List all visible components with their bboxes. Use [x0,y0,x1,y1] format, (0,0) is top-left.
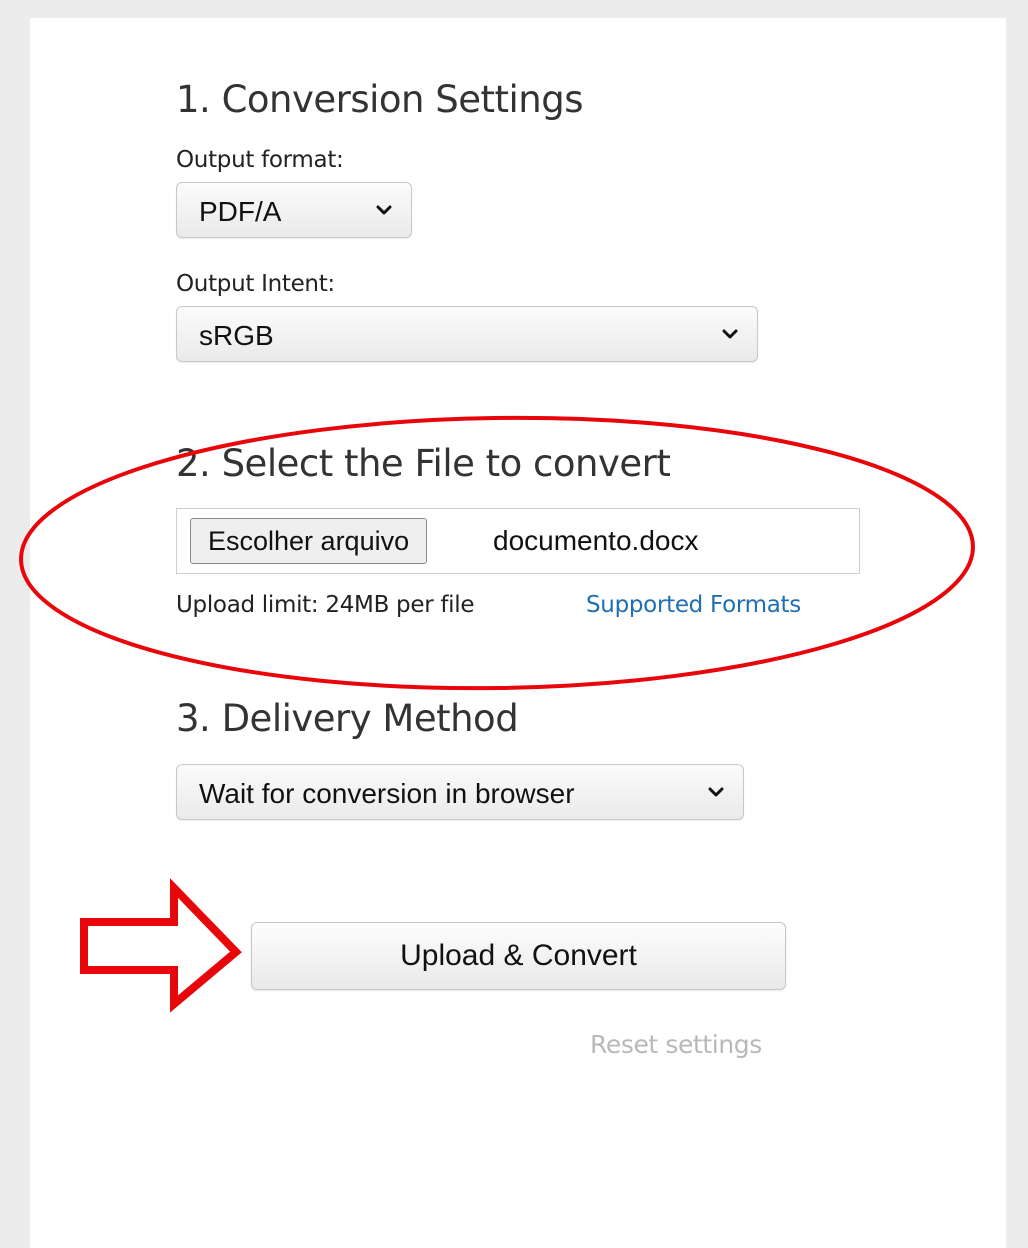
output-intent-label: Output Intent: [176,271,335,297]
chevron-down-icon [708,787,724,797]
output-format-select[interactable]: PDF/A [176,182,412,238]
output-format-value: PDF/A [199,196,282,227]
output-intent-select[interactable]: sRGB [176,306,758,362]
section-title-conversion-settings: 1. Conversion Settings [176,78,584,121]
delivery-method-value: Wait for conversion in browser [199,778,575,809]
upload-limit-text: Upload limit: 24MB per file [176,592,475,618]
chevron-down-icon [376,205,392,215]
reset-settings-link[interactable]: Reset settings [590,1030,762,1059]
delivery-method-select[interactable]: Wait for conversion in browser [176,764,744,820]
section-title-delivery-method: 3. Delivery Method [176,697,519,740]
output-intent-value: sRGB [199,320,274,351]
file-input[interactable]: Escolher arquivo documento.docx [176,508,860,574]
selected-file-name: documento.docx [493,525,699,556]
output-format-label: Output format: [176,147,344,173]
section-title-select-file: 2. Select the File to convert [176,442,671,485]
choose-file-button[interactable]: Escolher arquivo [190,518,428,564]
upload-convert-button[interactable]: Upload & Convert [251,922,786,990]
supported-formats-link[interactable]: Supported Formats [586,592,801,618]
chevron-down-icon [722,329,738,339]
